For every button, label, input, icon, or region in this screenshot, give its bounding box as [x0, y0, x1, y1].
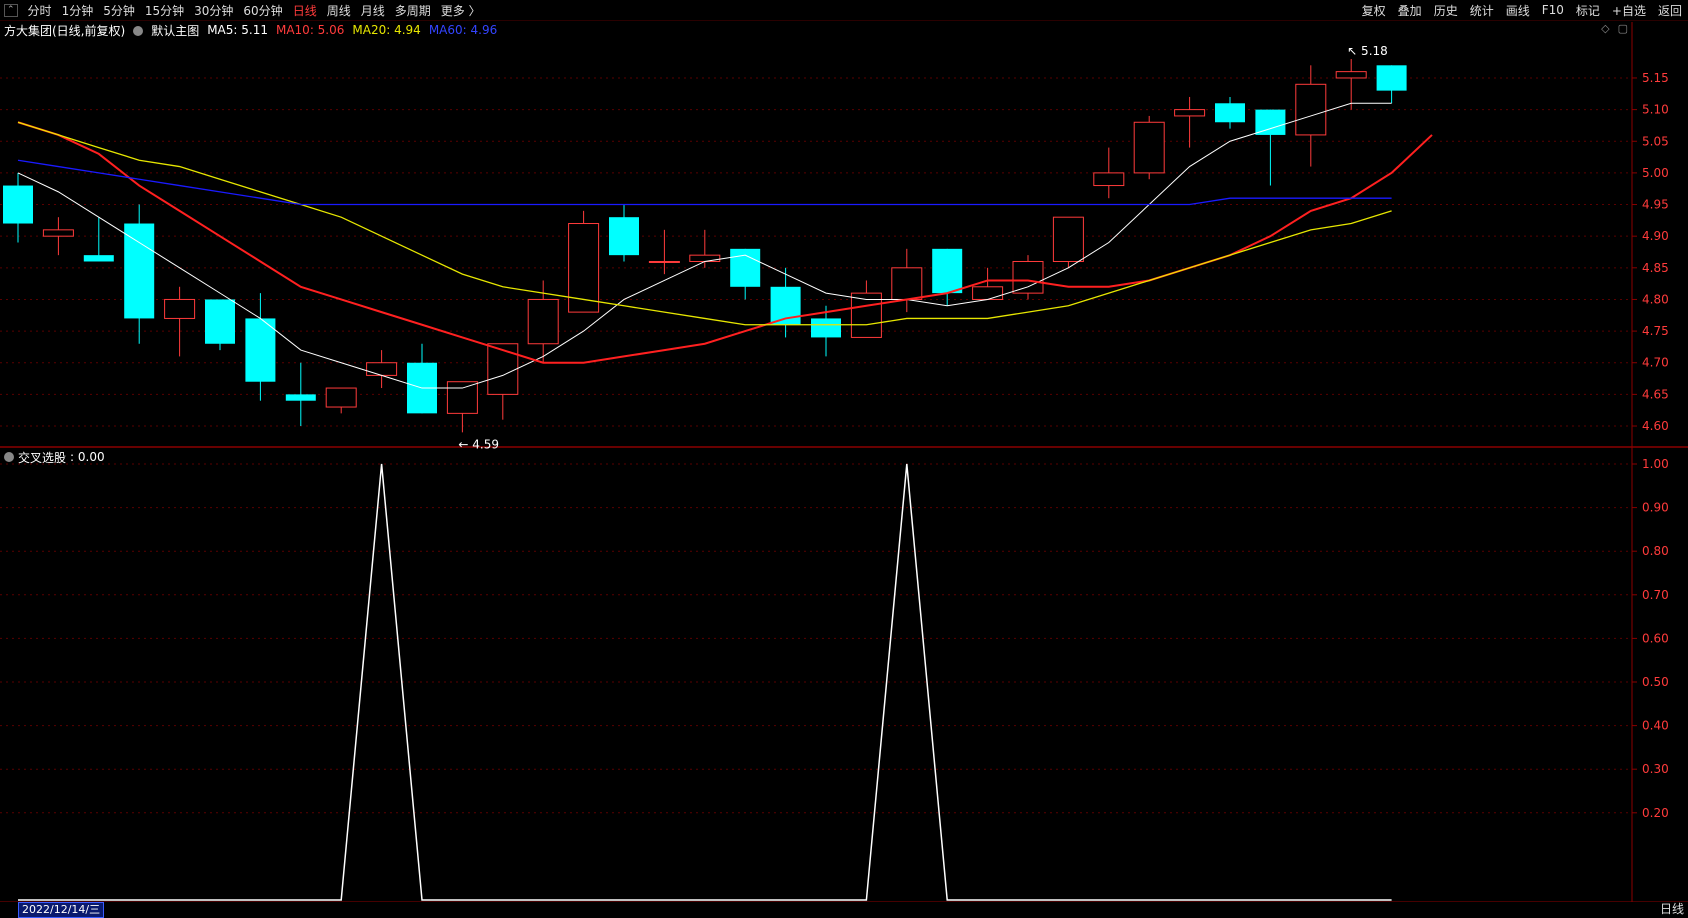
main-tick-label: 4.75: [1642, 324, 1669, 338]
main-tick-label: 4.60: [1642, 419, 1669, 433]
candle-body: [730, 248, 761, 287]
candle-body: [1215, 103, 1245, 123]
main-tick-label: 4.80: [1642, 292, 1669, 306]
main-tick-label: 4.85: [1642, 261, 1669, 275]
date-cursor-label: 2022/12/14/三: [18, 902, 105, 918]
price-marker: ↖ 5.18: [1347, 44, 1388, 58]
candle-body: [891, 267, 923, 300]
candle-body: [689, 254, 721, 262]
period-label[interactable]: 日线: [1660, 902, 1684, 917]
candle-body: [972, 286, 1004, 300]
candle-body: [609, 217, 639, 256]
candle-body: [1295, 83, 1327, 136]
candle-body: [124, 223, 155, 319]
sub-tick-label: 0.40: [1642, 719, 1669, 733]
candle-body: [1174, 109, 1206, 117]
candle-body: [1133, 121, 1165, 174]
ma-line-ma20: [17, 121, 1392, 326]
main-tick-label: 5.10: [1642, 103, 1669, 117]
candle-body: [83, 255, 114, 262]
sub-tick-label: 0.90: [1642, 501, 1669, 515]
candle-body: [1093, 172, 1125, 187]
chart-canvas[interactable]: 4.60 4.65 4.70 4.75 4.80 4.85 4.90 4.95 5.00 5.05…: [0, 0, 1688, 917]
candle-body: [366, 362, 398, 376]
main-tick-label: 4.70: [1642, 356, 1669, 370]
main-tick-label: 5.15: [1642, 71, 1669, 85]
ma-line-ma60: [17, 159, 1392, 206]
candle-body: [1335, 71, 1367, 79]
main-tick-label: 4.65: [1642, 387, 1669, 401]
cross-signal-line: [18, 463, 1392, 901]
candle-body: [487, 343, 519, 395]
candle-body: [1012, 260, 1044, 294]
main-tick-label: 5.05: [1642, 134, 1669, 148]
sub-tick-label: 0.70: [1642, 588, 1669, 602]
sub-tick-label: 1.00: [1642, 457, 1669, 471]
sub-tick-label: 0.60: [1642, 631, 1669, 645]
main-tick-label: 5.00: [1642, 166, 1669, 180]
candle-body: [1255, 109, 1286, 135]
main-tick-label: 4.95: [1642, 198, 1669, 212]
sub-tick-label: 0.80: [1642, 544, 1669, 558]
candle-body: [285, 394, 316, 401]
date-axis: [0, 902, 1688, 917]
candle-body: [164, 298, 196, 319]
candle-body: [1052, 216, 1084, 262]
candle-body: [648, 260, 680, 263]
candle-body: [3, 185, 33, 224]
sub-tick-label: 0.30: [1642, 762, 1669, 776]
candle-body: [205, 299, 235, 344]
candle-body: [446, 381, 478, 414]
candle-body: [527, 298, 559, 345]
candle-body: [932, 248, 963, 294]
candle-body: [245, 318, 276, 382]
sub-tick-label: 0.20: [1642, 806, 1669, 820]
candle-body: [1376, 65, 1407, 91]
sub-tick-label: 0.50: [1642, 675, 1669, 689]
candle-body: [42, 229, 74, 237]
main-tick-label: 4.90: [1642, 229, 1669, 243]
candle-body: [325, 387, 357, 408]
candle-body: [811, 318, 841, 338]
price-marker: ← 4.59: [458, 437, 499, 451]
